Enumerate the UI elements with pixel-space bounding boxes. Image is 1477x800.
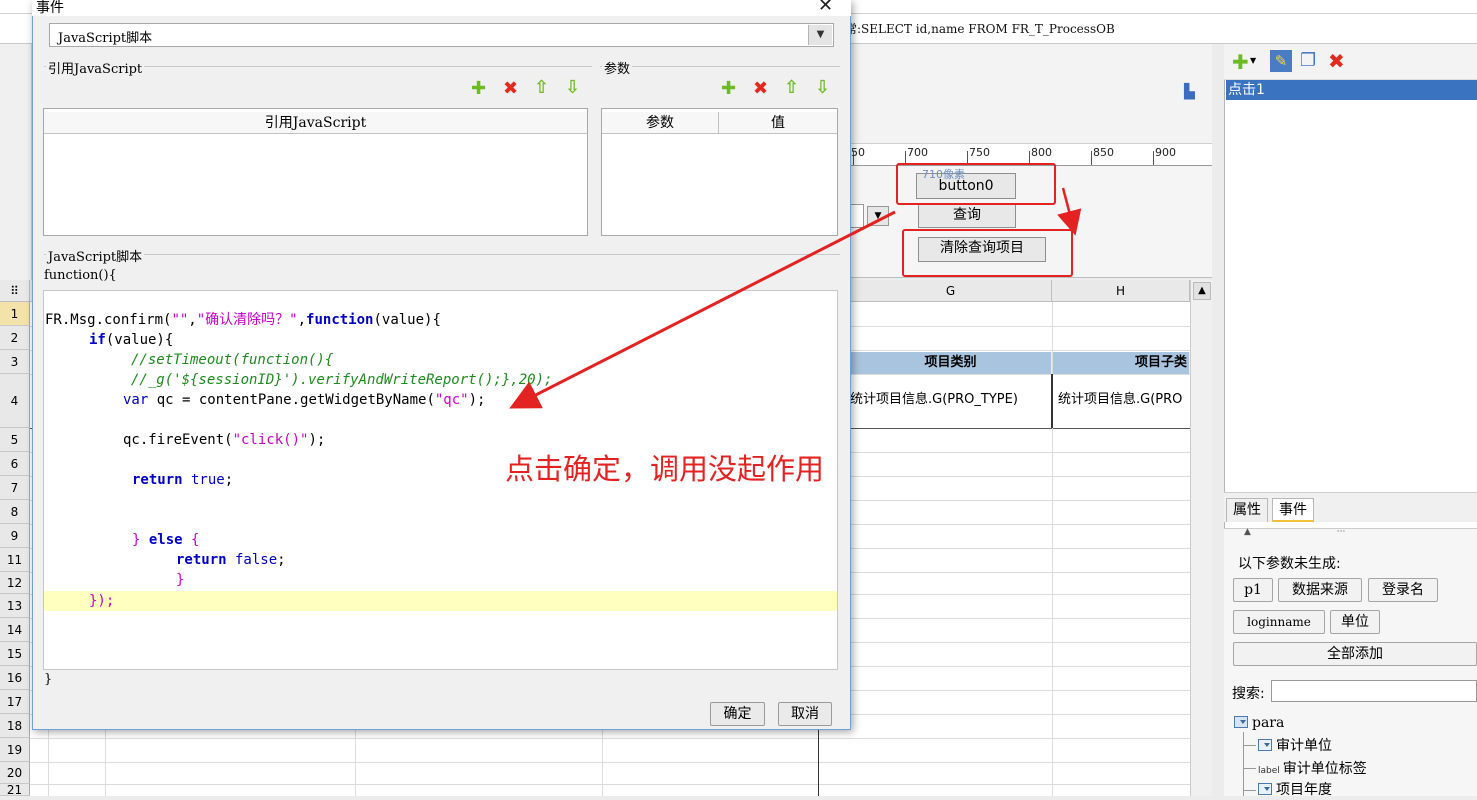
annotation-arrows: [509, 187, 1082, 409]
annotation-arrow-to-code: [509, 210, 896, 409]
annotation-text: 点击确定，调用没起作用: [505, 452, 825, 486]
annotation-arrow-to-clear: [1057, 187, 1082, 236]
